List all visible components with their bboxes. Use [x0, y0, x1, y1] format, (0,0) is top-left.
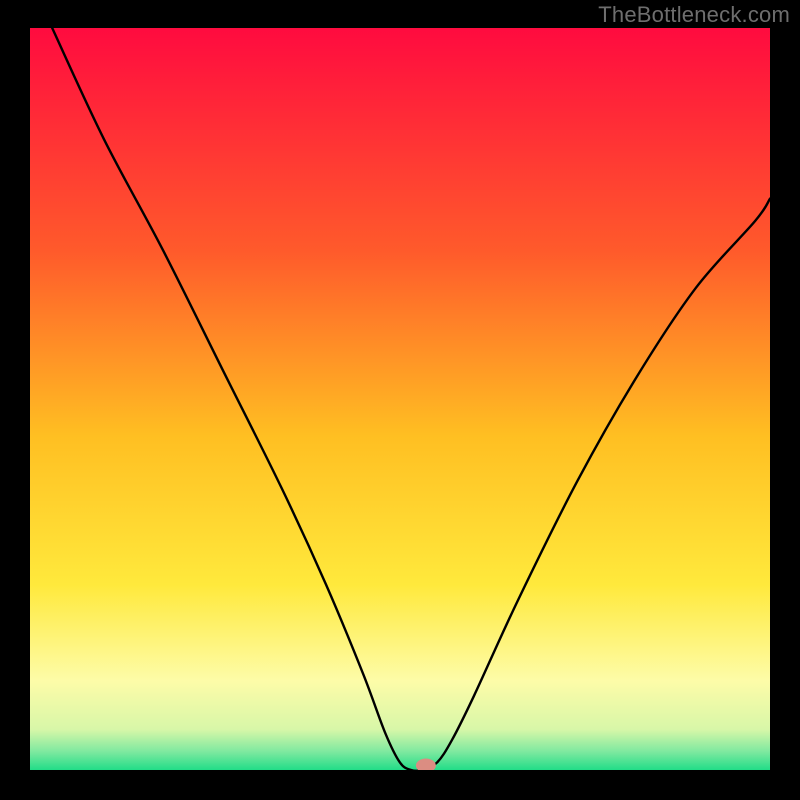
chart-frame: TheBottleneck.com — [0, 0, 800, 800]
bottleneck-chart — [30, 28, 770, 770]
watermark-text: TheBottleneck.com — [598, 2, 790, 28]
gradient-background — [30, 28, 770, 770]
plot-area — [30, 28, 770, 770]
